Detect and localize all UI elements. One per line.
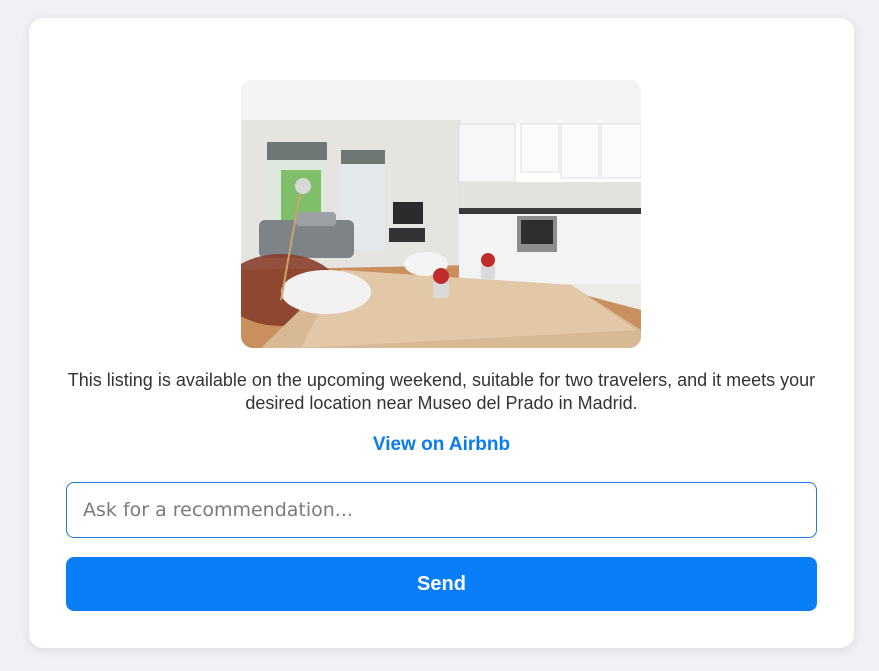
apartment-photo-image — [241, 80, 641, 348]
listing-photo — [241, 80, 641, 348]
listing-description: This listing is available on the upcomin… — [67, 370, 816, 413]
view-on-airbnb-link[interactable]: View on Airbnb — [29, 434, 854, 456]
recommendation-card: This listing is available on the upcomin… — [29, 18, 854, 648]
send-button[interactable]: Send — [66, 557, 817, 611]
recommendation-input[interactable] — [66, 482, 817, 538]
